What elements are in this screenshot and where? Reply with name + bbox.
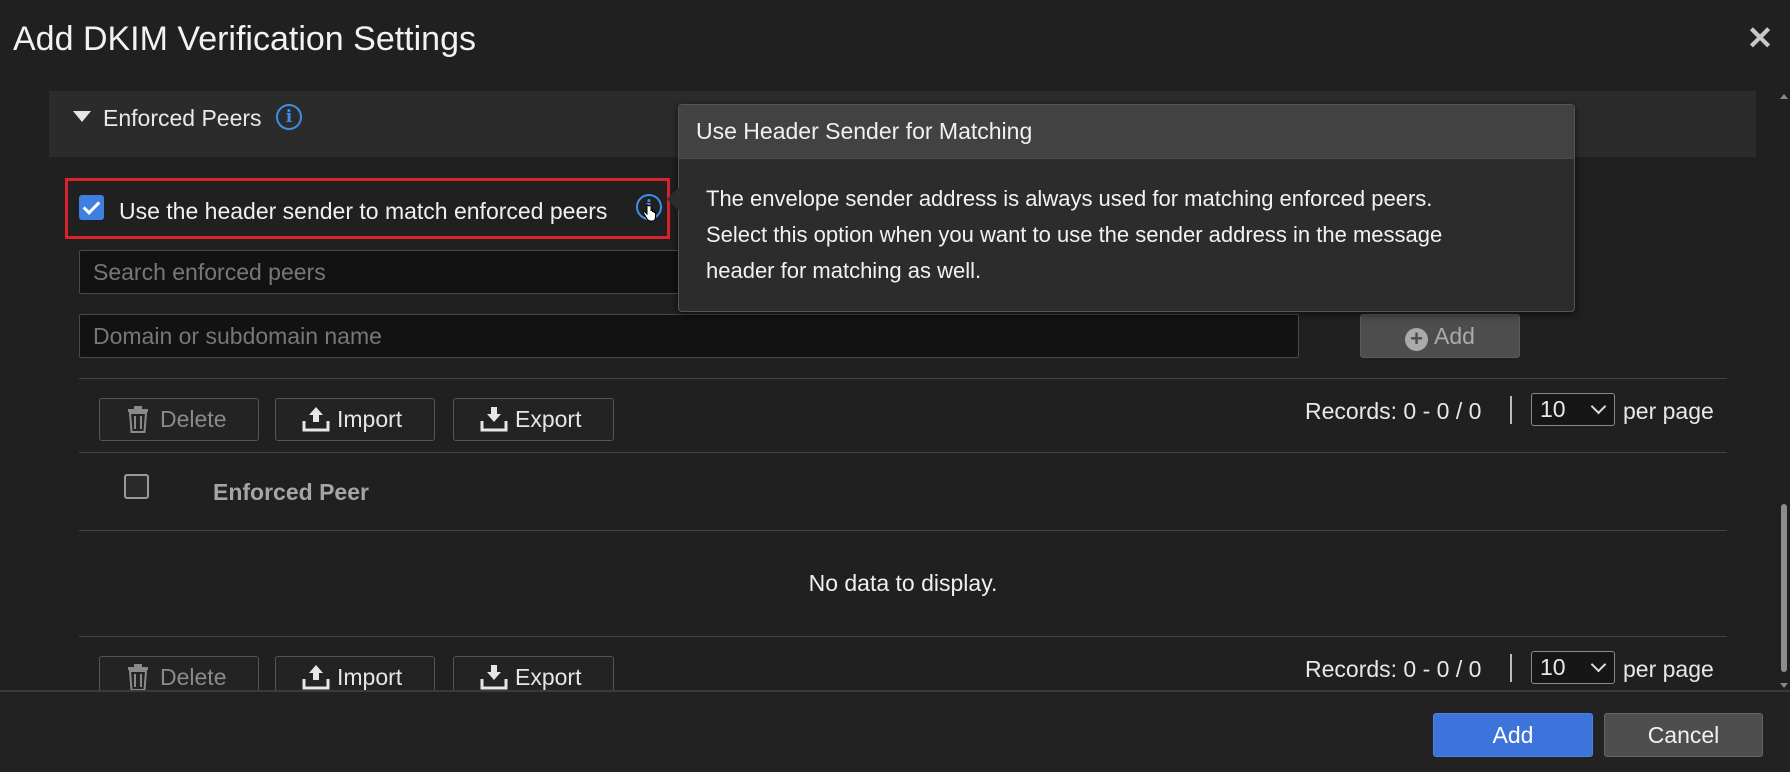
section-title: Enforced Peers (103, 105, 262, 131)
divider (79, 530, 1727, 531)
records-count: Records: 0 - 0 / 0 (1305, 656, 1482, 682)
caret-down-icon (73, 111, 91, 122)
search-input[interactable]: Search enforced peers (79, 250, 679, 294)
pagination-separator (1510, 654, 1512, 682)
domain-input[interactable]: Domain or subdomain name (79, 314, 1299, 358)
scroll-up-icon[interactable] (1780, 94, 1788, 99)
export-label: Export (515, 406, 582, 432)
plus-circle-icon: + (1405, 328, 1429, 351)
per-page-label: per page (1623, 398, 1714, 424)
export-button[interactable]: Export (453, 398, 614, 441)
scrollbar[interactable] (1779, 90, 1790, 690)
page-size-select[interactable]: 10 (1531, 393, 1615, 426)
import-button[interactable]: Import (275, 398, 435, 441)
dialog-title: Add DKIM Verification Settings (13, 20, 477, 58)
add-peer-label: Add (1434, 323, 1475, 349)
upload-icon (302, 665, 330, 690)
tooltip: Use Header Sender for Matching The envel… (667, 104, 1575, 312)
upload-icon (302, 407, 330, 432)
empty-message: No data to display. (808, 570, 998, 596)
tooltip-body: The envelope sender address is always us… (706, 181, 1556, 289)
page-size-value: 10 (1540, 396, 1566, 422)
delete-button[interactable]: Delete (99, 398, 259, 441)
tooltip-title: Use Header Sender for Matching (679, 105, 1574, 159)
page-size-select[interactable]: 10 (1531, 651, 1615, 684)
header-sender-label: Use the header sender to match enforced … (119, 198, 608, 224)
per-page-label: per page (1623, 656, 1714, 682)
page-size-value: 10 (1540, 654, 1566, 680)
divider (79, 452, 1727, 453)
add-peer-button[interactable]: + Add (1360, 314, 1520, 358)
column-header-enforced-peer[interactable]: Enforced Peer (213, 479, 369, 506)
tooltip-line: header for matching as well. (706, 258, 982, 283)
select-all-checkbox[interactable] (124, 474, 149, 499)
tooltip-arrow (667, 187, 679, 211)
header-sender-option: Use the header sender to match enforced … (65, 178, 670, 239)
records-count: Records: 0 - 0 / 0 (1305, 398, 1482, 424)
scroll-down-icon[interactable] (1780, 683, 1788, 688)
chevron-down-icon (1590, 656, 1607, 673)
tooltip-line: The envelope sender address is always us… (706, 186, 1433, 211)
trash-icon (128, 406, 148, 433)
import-label: Import (337, 406, 403, 432)
header-sender-checkbox[interactable] (79, 195, 104, 220)
hand-cursor-icon (643, 204, 656, 222)
download-icon (480, 665, 508, 690)
trash-icon (128, 664, 148, 691)
chevron-down-icon (1590, 398, 1607, 415)
close-icon[interactable]: ✕ (1745, 18, 1775, 58)
divider (79, 378, 1727, 379)
delete-label: Delete (160, 406, 227, 432)
download-icon (480, 407, 508, 432)
cancel-button[interactable]: Cancel (1604, 713, 1763, 757)
scrollbar-thumb[interactable] (1781, 504, 1787, 672)
add-button[interactable]: Add (1433, 713, 1593, 757)
pagination-separator (1510, 396, 1512, 424)
divider (79, 636, 1727, 637)
info-icon[interactable]: i (276, 104, 302, 130)
tooltip-line: Select this option when you want to use … (706, 222, 1443, 247)
